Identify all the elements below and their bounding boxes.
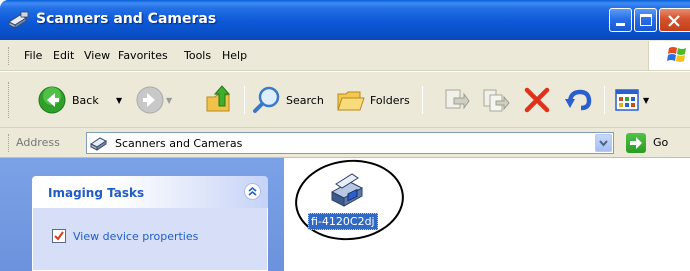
forward-button[interactable] [136,86,164,114]
title-bar[interactable]: Scanners and Cameras [0,0,690,40]
up-folder-button[interactable] [204,84,234,114]
imaging-tasks-panel: Imaging Tasks View device properties [32,176,268,271]
menu-tools[interactable]: Tools [184,49,211,62]
menu-view[interactable]: View [84,49,110,62]
back-arrow-icon [38,86,66,114]
chevron-double-up-icon [248,186,257,196]
go-label[interactable]: Go [653,136,668,149]
forward-history-dropdown[interactable]: ▼ [166,96,172,105]
back-button[interactable]: Back [38,86,99,114]
minimize-icon [616,23,625,26]
views-grid-icon [615,89,639,111]
menu-help[interactable]: Help [222,49,247,62]
imaging-tasks-header[interactable]: Imaging Tasks [32,176,268,208]
close-icon [668,15,680,27]
menu-edit[interactable]: Edit [53,49,74,62]
menu-bar: File Edit View Favorites Tools Help [0,40,690,71]
task-pane: Imaging Tasks View device properties [0,158,284,271]
copy-to-icon [483,89,510,112]
delete-x-icon [524,87,550,113]
chevron-down-icon: ▼ [166,96,173,105]
toolbar-separator [422,86,423,114]
device-item[interactable]: fi-4120C2dj [291,154,408,246]
move-to-button[interactable] [442,87,470,115]
forward-arrow-icon [136,86,164,114]
windows-logo-throbber [648,41,690,70]
scanner-camera-app-icon [8,11,29,29]
chevron-down-icon: ▼ [643,95,650,105]
menu-bar-grip[interactable] [8,47,11,65]
folders-button[interactable]: Folders [336,86,410,114]
file-list-view[interactable]: fi-4120C2dj [284,154,690,271]
toolbar-separator [244,86,245,114]
undo-button[interactable] [564,87,592,113]
address-dropdown-button[interactable] [595,134,612,152]
window-title: Scanners and Cameras [36,11,217,27]
address-value: Scanners and Cameras [115,137,243,150]
device-name-label[interactable]: fi-4120C2dj [308,213,378,230]
go-arrow-icon [630,137,642,149]
back-history-dropdown[interactable]: ▼ [116,96,122,105]
address-bar: Address Scanners and Cameras Go [0,128,690,158]
move-to-icon [445,89,470,110]
scanner-camera-folder-icon [90,137,107,151]
chevron-down-icon [599,140,608,147]
address-bar-grip[interactable] [8,134,11,152]
imaging-tasks-body: View device properties [32,208,268,271]
properties-icon [52,229,66,243]
search-icon [253,86,280,113]
views-button[interactable]: ▼ [614,87,649,113]
toolbar-separator [604,86,605,114]
windows-flag-icon [667,47,686,62]
menu-file[interactable]: File [24,49,42,62]
folder-up-icon [206,85,231,112]
minimize-button[interactable] [609,8,632,32]
undo-icon [565,89,592,111]
folders-icon [337,91,365,111]
search-button[interactable]: Search [252,85,324,115]
chevron-down-icon: ▼ [116,96,123,105]
delete-button[interactable] [524,87,550,113]
maximize-icon [640,14,652,26]
imaging-tasks-title: Imaging Tasks [48,186,145,200]
view-device-properties-link[interactable]: View device properties [51,228,198,244]
address-label: Address [16,136,60,149]
menu-favorites[interactable]: Favorites [118,49,168,62]
collapse-panel-button[interactable] [244,183,261,200]
go-button[interactable] [626,133,646,153]
address-input[interactable]: Scanners and Cameras [86,132,614,154]
maximize-button[interactable] [634,8,657,32]
close-button[interactable] [659,8,690,32]
scanner-icon [330,173,364,207]
toolbar-grip[interactable] [8,82,11,118]
standard-toolbar: Back ▼ ▼ Search Folders ▼ [0,72,690,128]
copy-to-button[interactable] [482,87,510,115]
